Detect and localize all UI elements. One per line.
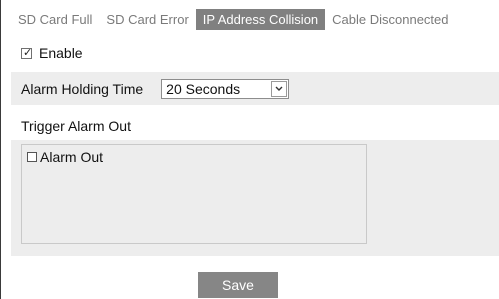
alarm-holding-time-label: Alarm Holding Time — [21, 80, 144, 97]
alarm-settings-page: SD Card Full SD Card Error IP Address Co… — [0, 0, 499, 299]
enable-row: ✓ Enable — [21, 45, 83, 61]
tab-cable-disconnected[interactable]: Cable Disconnected — [325, 9, 455, 30]
alarm-out-list: Alarm Out — [21, 144, 367, 244]
alarm-out-checkbox[interactable] — [27, 152, 37, 162]
tab-bar: SD Card Full SD Card Error IP Address Co… — [11, 9, 456, 30]
chevron-down-icon[interactable] — [271, 80, 288, 97]
enable-checkbox[interactable]: ✓ — [21, 46, 33, 59]
tab-sd-card-full[interactable]: SD Card Full — [11, 9, 99, 30]
trigger-alarm-out-label: Trigger Alarm Out — [21, 118, 131, 134]
save-button[interactable]: Save — [198, 272, 278, 298]
tab-ip-address-collision[interactable]: IP Address Collision — [195, 9, 326, 30]
alarm-holding-time-row: Alarm Holding Time 20 Seconds — [11, 72, 499, 105]
checkmark-icon: ✓ — [23, 46, 33, 59]
alarm-holding-time-select[interactable]: 20 Seconds — [161, 78, 290, 99]
alarm-out-item[interactable]: Alarm Out — [27, 149, 103, 165]
tab-sd-card-error[interactable]: SD Card Error — [99, 9, 195, 30]
trigger-alarm-out-panel: Alarm Out — [11, 140, 499, 256]
alarm-holding-time-value: 20 Seconds — [166, 80, 241, 97]
enable-label: Enable — [39, 45, 83, 61]
alarm-out-label: Alarm Out — [40, 149, 104, 165]
